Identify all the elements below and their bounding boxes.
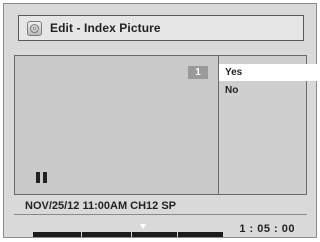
pause-icon <box>36 172 48 183</box>
edit-index-picture-screen: Edit - Index Picture 1 Yes No NOV/25/12 … <box>3 3 319 238</box>
option-no[interactable]: No <box>219 82 319 99</box>
page-title: Edit - Index Picture <box>50 21 161 35</box>
option-yes[interactable]: Yes <box>219 64 319 81</box>
picture-preview: 1 <box>15 56 219 194</box>
disc-icon <box>27 20 42 36</box>
progress-bar <box>33 232 223 237</box>
progress-area: 1 : 05 : 00 <box>14 216 307 242</box>
title-bar: Edit - Index Picture <box>18 15 304 41</box>
main-area: 1 Yes No <box>14 55 319 195</box>
elapsed-time: 1 : 05 : 00 <box>239 223 295 235</box>
progress-position-marker <box>140 224 147 229</box>
recording-info: NOV/25/12 11:00AM CH12 SP <box>14 197 307 215</box>
options-menu: Yes No <box>219 56 319 194</box>
index-number-badge: 1 <box>188 66 208 79</box>
